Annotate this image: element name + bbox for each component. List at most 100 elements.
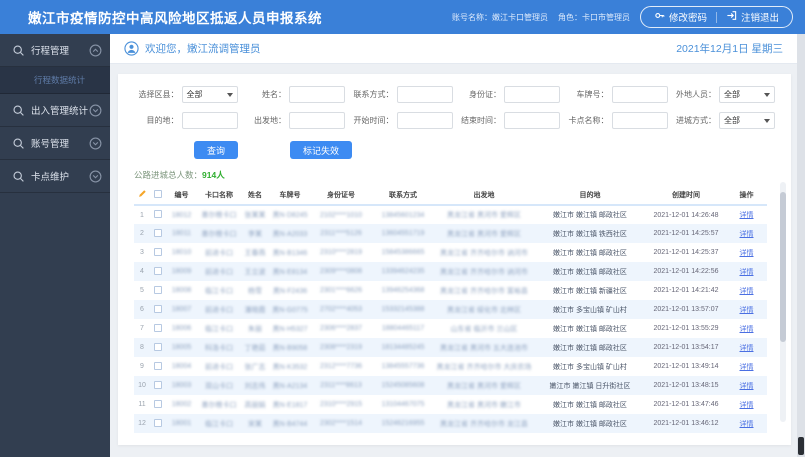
cell-plate: 黑N·K3532 — [272, 363, 308, 371]
name-input[interactable] — [289, 86, 345, 103]
cell-origin: 黑龙江省 黑河市 五大连池市 — [440, 344, 528, 352]
row-checkbox[interactable] — [153, 228, 162, 237]
sidebar-item-account-management[interactable]: 账号管理 — [0, 127, 110, 160]
sidebar-item-label: 账号管理 — [31, 139, 70, 150]
page-scrollbar-thumb[interactable] — [798, 437, 804, 455]
end-time-input[interactable] — [504, 112, 560, 129]
stats-value: 914人 — [202, 170, 225, 180]
sidebar-item-trip-management[interactable]: 行程管理 — [0, 34, 110, 67]
cell-id: 18001 — [171, 420, 192, 427]
entry-method-select[interactable]: 全部 — [719, 112, 775, 129]
sidebar-item-entry-exit-stats[interactable]: 出入管理统计 — [0, 94, 110, 127]
action-buttons: 查询 标记失效 — [134, 141, 775, 159]
cell-created-time: 2021-12-01 13:47:46 — [653, 401, 719, 408]
select-all-checkbox[interactable] — [153, 189, 162, 198]
row-number: 3 — [140, 249, 144, 256]
plate-input[interactable] — [611, 86, 668, 103]
row-checkbox[interactable] — [153, 323, 162, 332]
account-role-label: 角色：卡口市管理员 — [557, 12, 630, 22]
row-checkbox[interactable] — [153, 266, 162, 275]
logout-button[interactable]: 注销退出 — [717, 10, 788, 24]
welcome-bar: 欢迎您，嫩江流调管理员 2021年12月1日 星期三 — [110, 34, 797, 64]
nonlocal-select[interactable]: 全部 — [719, 86, 775, 103]
cell-phone: 15245085608 — [381, 382, 425, 389]
col-name: 姓名 — [240, 185, 270, 206]
detail-link[interactable]: 详情 — [740, 364, 754, 371]
detail-link[interactable]: 详情 — [740, 212, 754, 219]
page-scrollbar[interactable] — [797, 34, 805, 457]
account-management-icon — [12, 137, 25, 150]
sidebar-subitem-trip-data-stats[interactable]: 行程数据统计 — [0, 67, 110, 93]
detail-link[interactable]: 详情 — [740, 250, 754, 257]
cell-phone: 18134485245 — [381, 344, 425, 351]
filter-form: 选择区县： 全部 姓名： 联系方式： 身份证： 车牌号： 外地人员： 全部 目的… — [134, 86, 775, 129]
cell-plate: 黑N·G0775 — [272, 306, 308, 314]
filter-field-end-time: 结束时间： — [457, 112, 560, 129]
table-scrollbar[interactable] — [780, 182, 786, 422]
row-number: 6 — [140, 306, 144, 313]
table-scrollbar-thumb[interactable] — [780, 192, 786, 342]
cell-name: 张某某 — [244, 212, 266, 219]
cell-idcard: 2309****0808 — [319, 268, 363, 275]
table-row: 11 18002 墨尔根卡口 高丽娟 黑N·E1817 2310****2915… — [134, 395, 767, 414]
cell-destination: 嫩江市 嫩江镇 邮政社区 — [553, 420, 627, 428]
cell-created-time: 2021-12-01 13:46:12 — [653, 420, 719, 427]
row-checkbox[interactable] — [153, 247, 162, 256]
detail-link[interactable]: 详情 — [740, 383, 754, 390]
filter-field-idcard: 身份证： — [457, 86, 560, 103]
cell-plate: 黑N·B1346 — [272, 249, 308, 257]
cell-id: 18012 — [171, 211, 192, 219]
row-number: 9 — [140, 363, 144, 370]
checkpoint-input[interactable] — [611, 112, 668, 129]
cell-phone: 15845386665 — [381, 249, 425, 256]
detail-link[interactable]: 详情 — [740, 326, 754, 333]
detail-link[interactable]: 详情 — [740, 269, 754, 276]
idcard-input[interactable] — [504, 86, 560, 103]
cell-destination: 嫩江市 嫩江镇 铁西社区 — [553, 230, 627, 238]
sidebar-item-label: 行程管理 — [31, 46, 70, 57]
start-time-input[interactable] — [396, 112, 453, 129]
row-checkbox[interactable] — [153, 361, 162, 370]
cell-id: 18005 — [171, 344, 192, 351]
row-checkbox[interactable] — [153, 285, 162, 294]
row-checkbox[interactable] — [153, 380, 162, 389]
detail-link[interactable]: 详情 — [740, 402, 754, 409]
cell-created-time: 2021-12-01 13:55:29 — [653, 325, 719, 332]
row-checkbox[interactable] — [153, 210, 162, 218]
change-password-label: 修改密码 — [668, 13, 707, 24]
row-checkbox[interactable] — [153, 399, 162, 408]
cell-name: 张广志 — [244, 363, 266, 371]
row-checkbox[interactable] — [153, 342, 162, 351]
main-area: 欢迎您，嫩江流调管理员 2021年12月1日 星期三 选择区县： 全部 姓名： … — [110, 34, 797, 457]
cell-idcard: 2306****2837 — [319, 325, 363, 332]
destination-input[interactable] — [181, 112, 238, 129]
detail-link[interactable]: 详情 — [740, 307, 754, 314]
detail-link[interactable]: 详情 — [740, 345, 754, 352]
contact-input[interactable] — [396, 86, 453, 103]
mark-invalid-button[interactable]: 标记失效 — [290, 141, 353, 159]
sidebar-item-checkpoint-maintenance[interactable]: 卡点维护 — [0, 160, 110, 193]
detail-link[interactable]: 详情 — [740, 231, 754, 238]
cell-id: 18007 — [171, 306, 192, 313]
cell-plate: 黑N·D8245 — [272, 212, 308, 219]
detail-link[interactable]: 详情 — [740, 421, 754, 428]
detail-link[interactable]: 详情 — [740, 288, 754, 295]
cell-phone: 13394624235 — [381, 268, 425, 275]
query-button[interactable]: 查询 — [194, 141, 239, 159]
row-checkbox[interactable] — [153, 304, 162, 313]
origin-input[interactable] — [289, 112, 345, 129]
key-icon — [654, 10, 665, 24]
cell-id: 18010 — [171, 249, 192, 256]
cell-destination: 嫩江市 嫩江镇 邮政社区 — [553, 268, 627, 276]
district-select[interactable]: 全部 — [181, 86, 238, 103]
cell-origin: 黑龙江省 绥化市 北林区 — [447, 306, 521, 314]
col-id: 编号 — [165, 185, 198, 206]
filter-field-nonlocal: 外地人员： 全部 — [672, 86, 775, 103]
filter-field-district: 选择区县： 全部 — [134, 86, 238, 103]
row-number: 12 — [138, 420, 146, 427]
col-checkpoint: 卡口名称 — [198, 185, 240, 206]
filter-field-start-time: 开始时间： — [349, 112, 453, 129]
row-checkbox[interactable] — [153, 418, 162, 427]
filter-field-plate: 车牌号： — [564, 86, 668, 103]
change-password-button[interactable]: 修改密码 — [645, 10, 716, 24]
